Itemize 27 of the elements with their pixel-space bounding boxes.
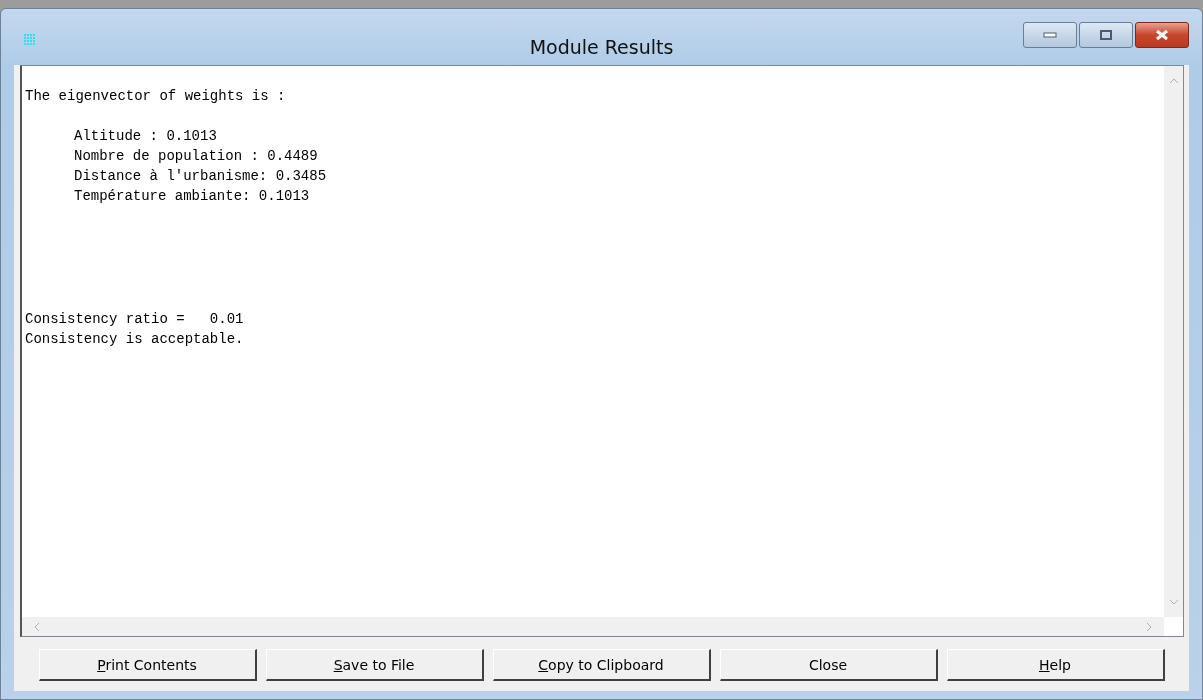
app-icon [23,33,37,47]
dialog-button[interactable]: Save to File [265,649,484,681]
horizontal-scrollbar[interactable] [22,617,1164,636]
minimize-icon [1043,32,1057,38]
scroll-right-icon[interactable] [1146,621,1152,632]
consistency-line: Consistency is acceptable. [25,330,245,349]
scroll-left-icon[interactable] [34,621,40,632]
vertical-scrollbar[interactable] [1164,66,1183,617]
results-text-area[interactable]: The eigenvector of weights is : Altitude : 0.1013 Nombre de population : 0.4489 Distance à l'urbanisme: 0.3485 Température ambiante: 0.1013 Consistency ratio = 0.01 Consistency is acceptable. [20,65,1184,637]
minimize-button[interactable] [1023,22,1077,48]
weight-line: Nombre de population : 0.4489 [74,147,319,166]
weight-line: Distance à l'urbanisme: 0.3485 [74,167,328,186]
dialog-button[interactable]: Close [719,649,938,681]
maximize-button[interactable] [1079,22,1133,48]
scroll-down-icon[interactable] [1168,599,1179,605]
window-title: Module Results [529,36,674,58]
dialog-button[interactable]: Help [946,649,1165,681]
close-button[interactable] [1135,22,1189,48]
maximize-icon [1100,30,1112,40]
scroll-up-icon[interactable] [1168,78,1179,84]
results-heading: The eigenvector of weights is : [25,87,287,106]
close-icon [1154,29,1170,41]
weight-line: Température ambiante: 0.1013 [74,187,311,206]
dialog-button[interactable]: Print Contents [38,649,257,681]
weight-line: Altitude : 0.1013 [74,127,218,146]
dialog-button[interactable]: Copy to Clipboard [492,649,711,681]
consistency-line: Consistency ratio = 0.01 [25,310,245,329]
